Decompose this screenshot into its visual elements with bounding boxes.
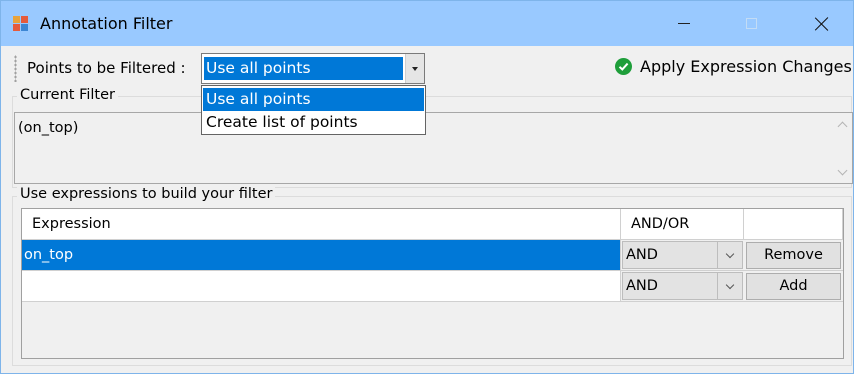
action-cell: Add <box>744 271 843 302</box>
action-cell: Remove <box>744 240 843 271</box>
andor-dropdown-button[interactable] <box>718 241 743 269</box>
remove-button[interactable]: Remove <box>746 242 841 269</box>
column-header-expression[interactable]: Expression <box>22 209 621 240</box>
column-header-andor[interactable]: AND/OR <box>621 209 744 240</box>
expressions-group-title: Use expressions to build your filter <box>17 186 276 202</box>
expressions-grid: Expression AND/OR on_top AND Remove AND … <box>21 208 844 359</box>
column-header-action <box>744 209 843 240</box>
toolbar-grip[interactable] <box>14 55 17 82</box>
table-row[interactable]: AND Add <box>22 271 843 302</box>
window-title: Annotation Filter <box>40 14 173 33</box>
andor-combobox[interactable]: AND <box>621 271 744 302</box>
current-filter-text: (on_top) <box>18 120 79 136</box>
current-filter-textbox[interactable]: (on_top) <box>14 112 853 184</box>
points-filter-dropdown-list: Use all points Create list of points <box>201 85 426 135</box>
minimize-icon <box>678 23 690 24</box>
andor-value[interactable]: AND <box>622 272 718 300</box>
title-bar[interactable]: Annotation Filter <box>1 1 853 46</box>
scroll-down-arrow[interactable] <box>837 165 847 177</box>
dropdown-option-use-all-points[interactable]: Use all points <box>203 88 424 111</box>
chevron-down-icon <box>725 249 735 258</box>
apply-expression-changes-button[interactable]: Apply Expression Changes <box>615 57 852 76</box>
points-filter-value[interactable]: Use all points <box>204 57 403 80</box>
close-icon <box>815 17 829 31</box>
check-circle-icon <box>615 58 632 75</box>
andor-dropdown-button[interactable] <box>718 272 743 300</box>
close-button[interactable] <box>799 1 845 46</box>
app-icon <box>13 16 29 32</box>
maximize-button[interactable] <box>728 1 774 46</box>
maximize-icon <box>745 18 757 29</box>
combo-dropdown-button[interactable] <box>405 54 424 83</box>
dropdown-option-create-list[interactable]: Create list of points <box>203 111 424 134</box>
expression-cell[interactable] <box>22 271 621 302</box>
minimize-button[interactable] <box>661 1 707 46</box>
add-button[interactable]: Add <box>746 273 841 300</box>
grid-header-row: Expression AND/OR <box>22 209 843 240</box>
triangle-down-icon <box>412 66 418 71</box>
chevron-down-icon <box>725 280 735 289</box>
annotation-filter-window: Annotation Filter Points to be Filtered … <box>0 0 854 374</box>
expression-cell[interactable]: on_top <box>22 240 621 271</box>
chevron-up-icon <box>837 121 847 131</box>
apply-label: Apply Expression Changes <box>640 57 852 76</box>
scroll-up-arrow[interactable] <box>837 119 847 131</box>
points-filter-combobox[interactable]: Use all points <box>201 53 425 84</box>
current-filter-title: Current Filter <box>17 87 118 103</box>
andor-value[interactable]: AND <box>622 241 718 269</box>
table-row[interactable]: on_top AND Remove <box>22 240 843 271</box>
andor-combobox[interactable]: AND <box>621 240 744 271</box>
points-filtered-label: Points to be Filtered : <box>27 59 186 77</box>
chevron-down-icon <box>837 165 847 175</box>
